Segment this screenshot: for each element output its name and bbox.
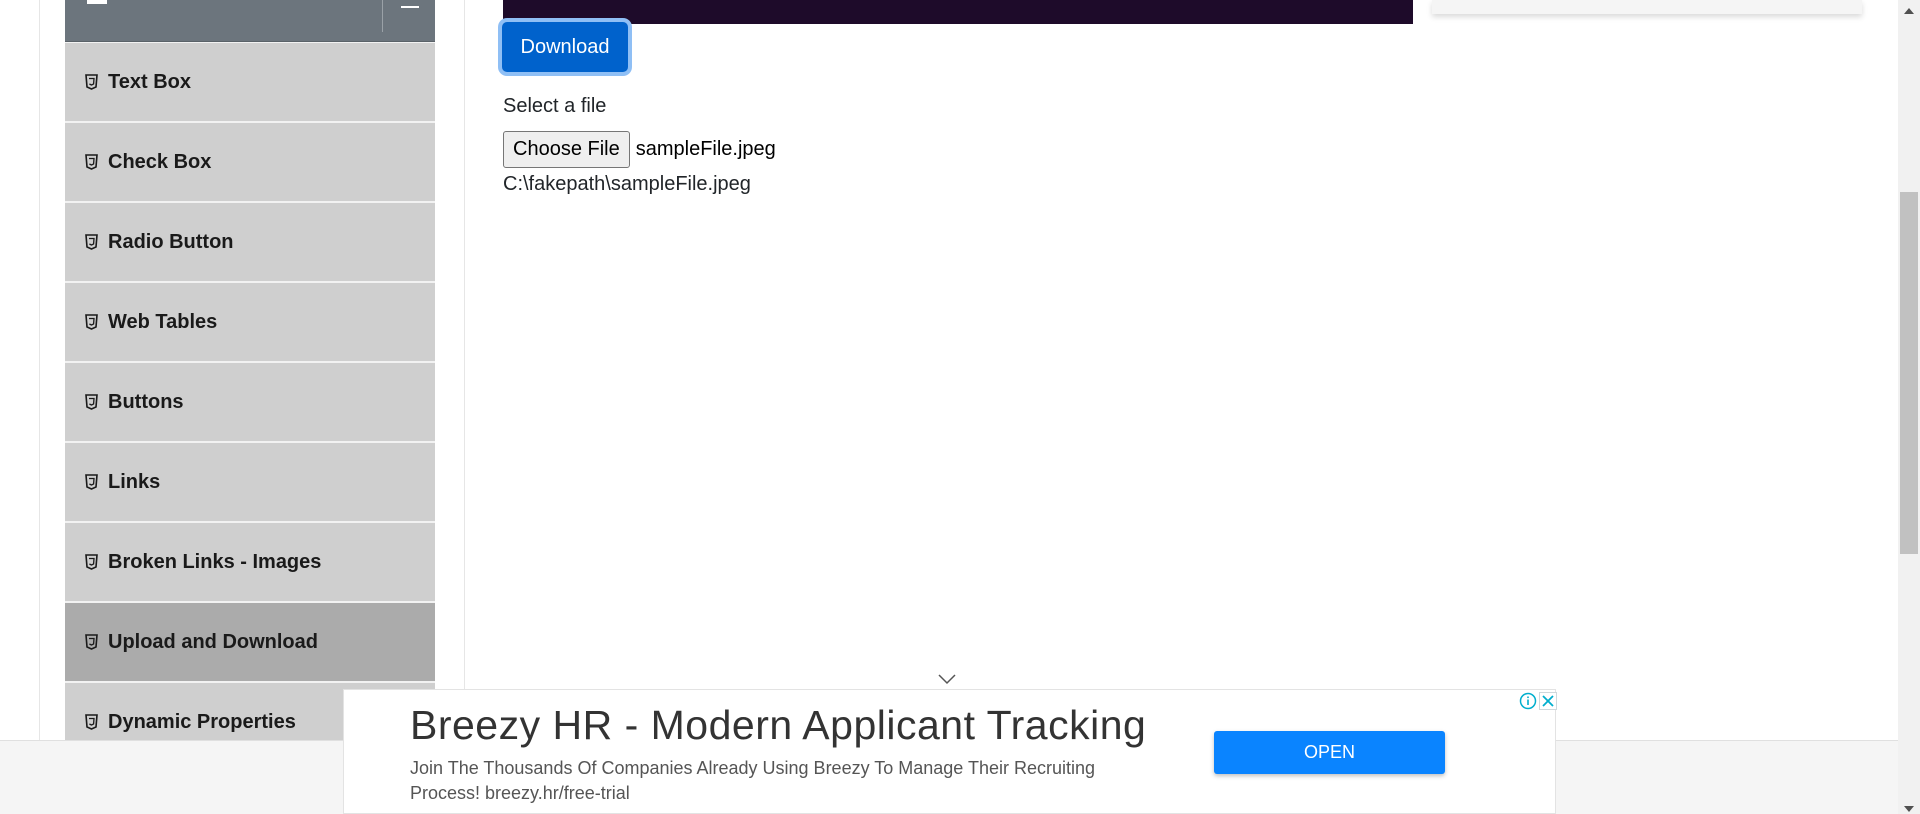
selected-file-name: sampleFile.jpeg	[635, 138, 776, 160]
ad-title[interactable]: Breezy HR - Modern Applicant Tracking	[410, 702, 1146, 749]
html5-icon	[84, 314, 98, 331]
sidebar-item-broken-links-images[interactable]: Broken Links - Images	[65, 522, 435, 602]
scrollbar-thumb[interactable]	[1900, 192, 1918, 554]
group-header-divider	[382, 0, 383, 32]
sidebar-item-upload-and-download[interactable]: Upload and Download	[65, 602, 435, 682]
select-file-label: Select a file	[503, 95, 607, 117]
html5-icon	[84, 74, 98, 91]
sidebar-item-label: Links	[108, 470, 161, 493]
choose-file-button[interactable]: Choose File	[503, 131, 630, 168]
sidebar-item-label: Web Tables	[108, 310, 218, 333]
chevron-down-icon[interactable]	[937, 672, 957, 690]
sidebar-item-text-box[interactable]: Text Box	[65, 42, 435, 122]
ad-open-button[interactable]: OPEN	[1214, 731, 1445, 774]
download-button[interactable]: Download	[502, 22, 628, 72]
scroll-down-arrow-icon[interactable]	[1903, 800, 1915, 814]
html5-icon	[84, 154, 98, 171]
page: Text Box Check Box Radio Button Web Tables B…	[0, 0, 1920, 814]
html5-icon	[84, 554, 98, 571]
ad-info-icon[interactable]	[1519, 692, 1537, 715]
ad-close-icon[interactable]	[1539, 692, 1557, 715]
scroll-up-arrow-icon[interactable]	[1903, 2, 1915, 20]
sidebar-item-radio-button[interactable]: Radio Button	[65, 202, 435, 282]
group-icon	[87, 0, 107, 4]
html5-icon	[84, 714, 98, 731]
sidebar-menu-list: Text Box Check Box Radio Button Web Tables B…	[65, 42, 435, 762]
sidebar-item-check-box[interactable]: Check Box	[65, 122, 435, 202]
uploaded-file-path: C:\fakepath\sampleFile.jpeg	[503, 173, 751, 195]
elements-group-header[interactable]	[65, 0, 435, 42]
sidebar-item-label: Text Box	[108, 70, 191, 93]
advertisement-banner[interactable]: Breezy HR - Modern Applicant Tracking Jo…	[343, 689, 1557, 814]
collapse-chevron-icon[interactable]	[401, 0, 419, 8]
sidebar-item-label: Dynamic Properties	[108, 710, 296, 733]
sidebar-item-label: Radio Button	[108, 230, 234, 253]
html5-icon	[84, 234, 98, 251]
sidebar-item-buttons[interactable]: Buttons	[65, 362, 435, 442]
html5-icon	[84, 634, 98, 651]
html5-icon	[84, 474, 98, 491]
file-upload-input[interactable]: Choose File sampleFile.jpeg	[503, 131, 776, 168]
sidebar-item-web-tables[interactable]: Web Tables	[65, 282, 435, 362]
content-divider-line	[464, 0, 465, 740]
sidebar-item-links[interactable]: Links	[65, 442, 435, 522]
sample-image-banner	[503, 0, 1413, 24]
sidebar-item-label: Buttons	[108, 390, 184, 413]
sidebar: Text Box Check Box Radio Button Web Tables B…	[65, 0, 435, 762]
html5-icon	[84, 394, 98, 411]
left-gutter-line	[39, 0, 40, 740]
ad-description[interactable]: Join The Thousands Of Companies Already …	[410, 756, 1170, 806]
sidebar-item-label: Broken Links - Images	[108, 550, 322, 573]
sidebar-item-label: Check Box	[108, 150, 212, 173]
sidebar-item-label: Upload and Download	[108, 630, 318, 653]
right-ad-card	[1432, 0, 1862, 14]
